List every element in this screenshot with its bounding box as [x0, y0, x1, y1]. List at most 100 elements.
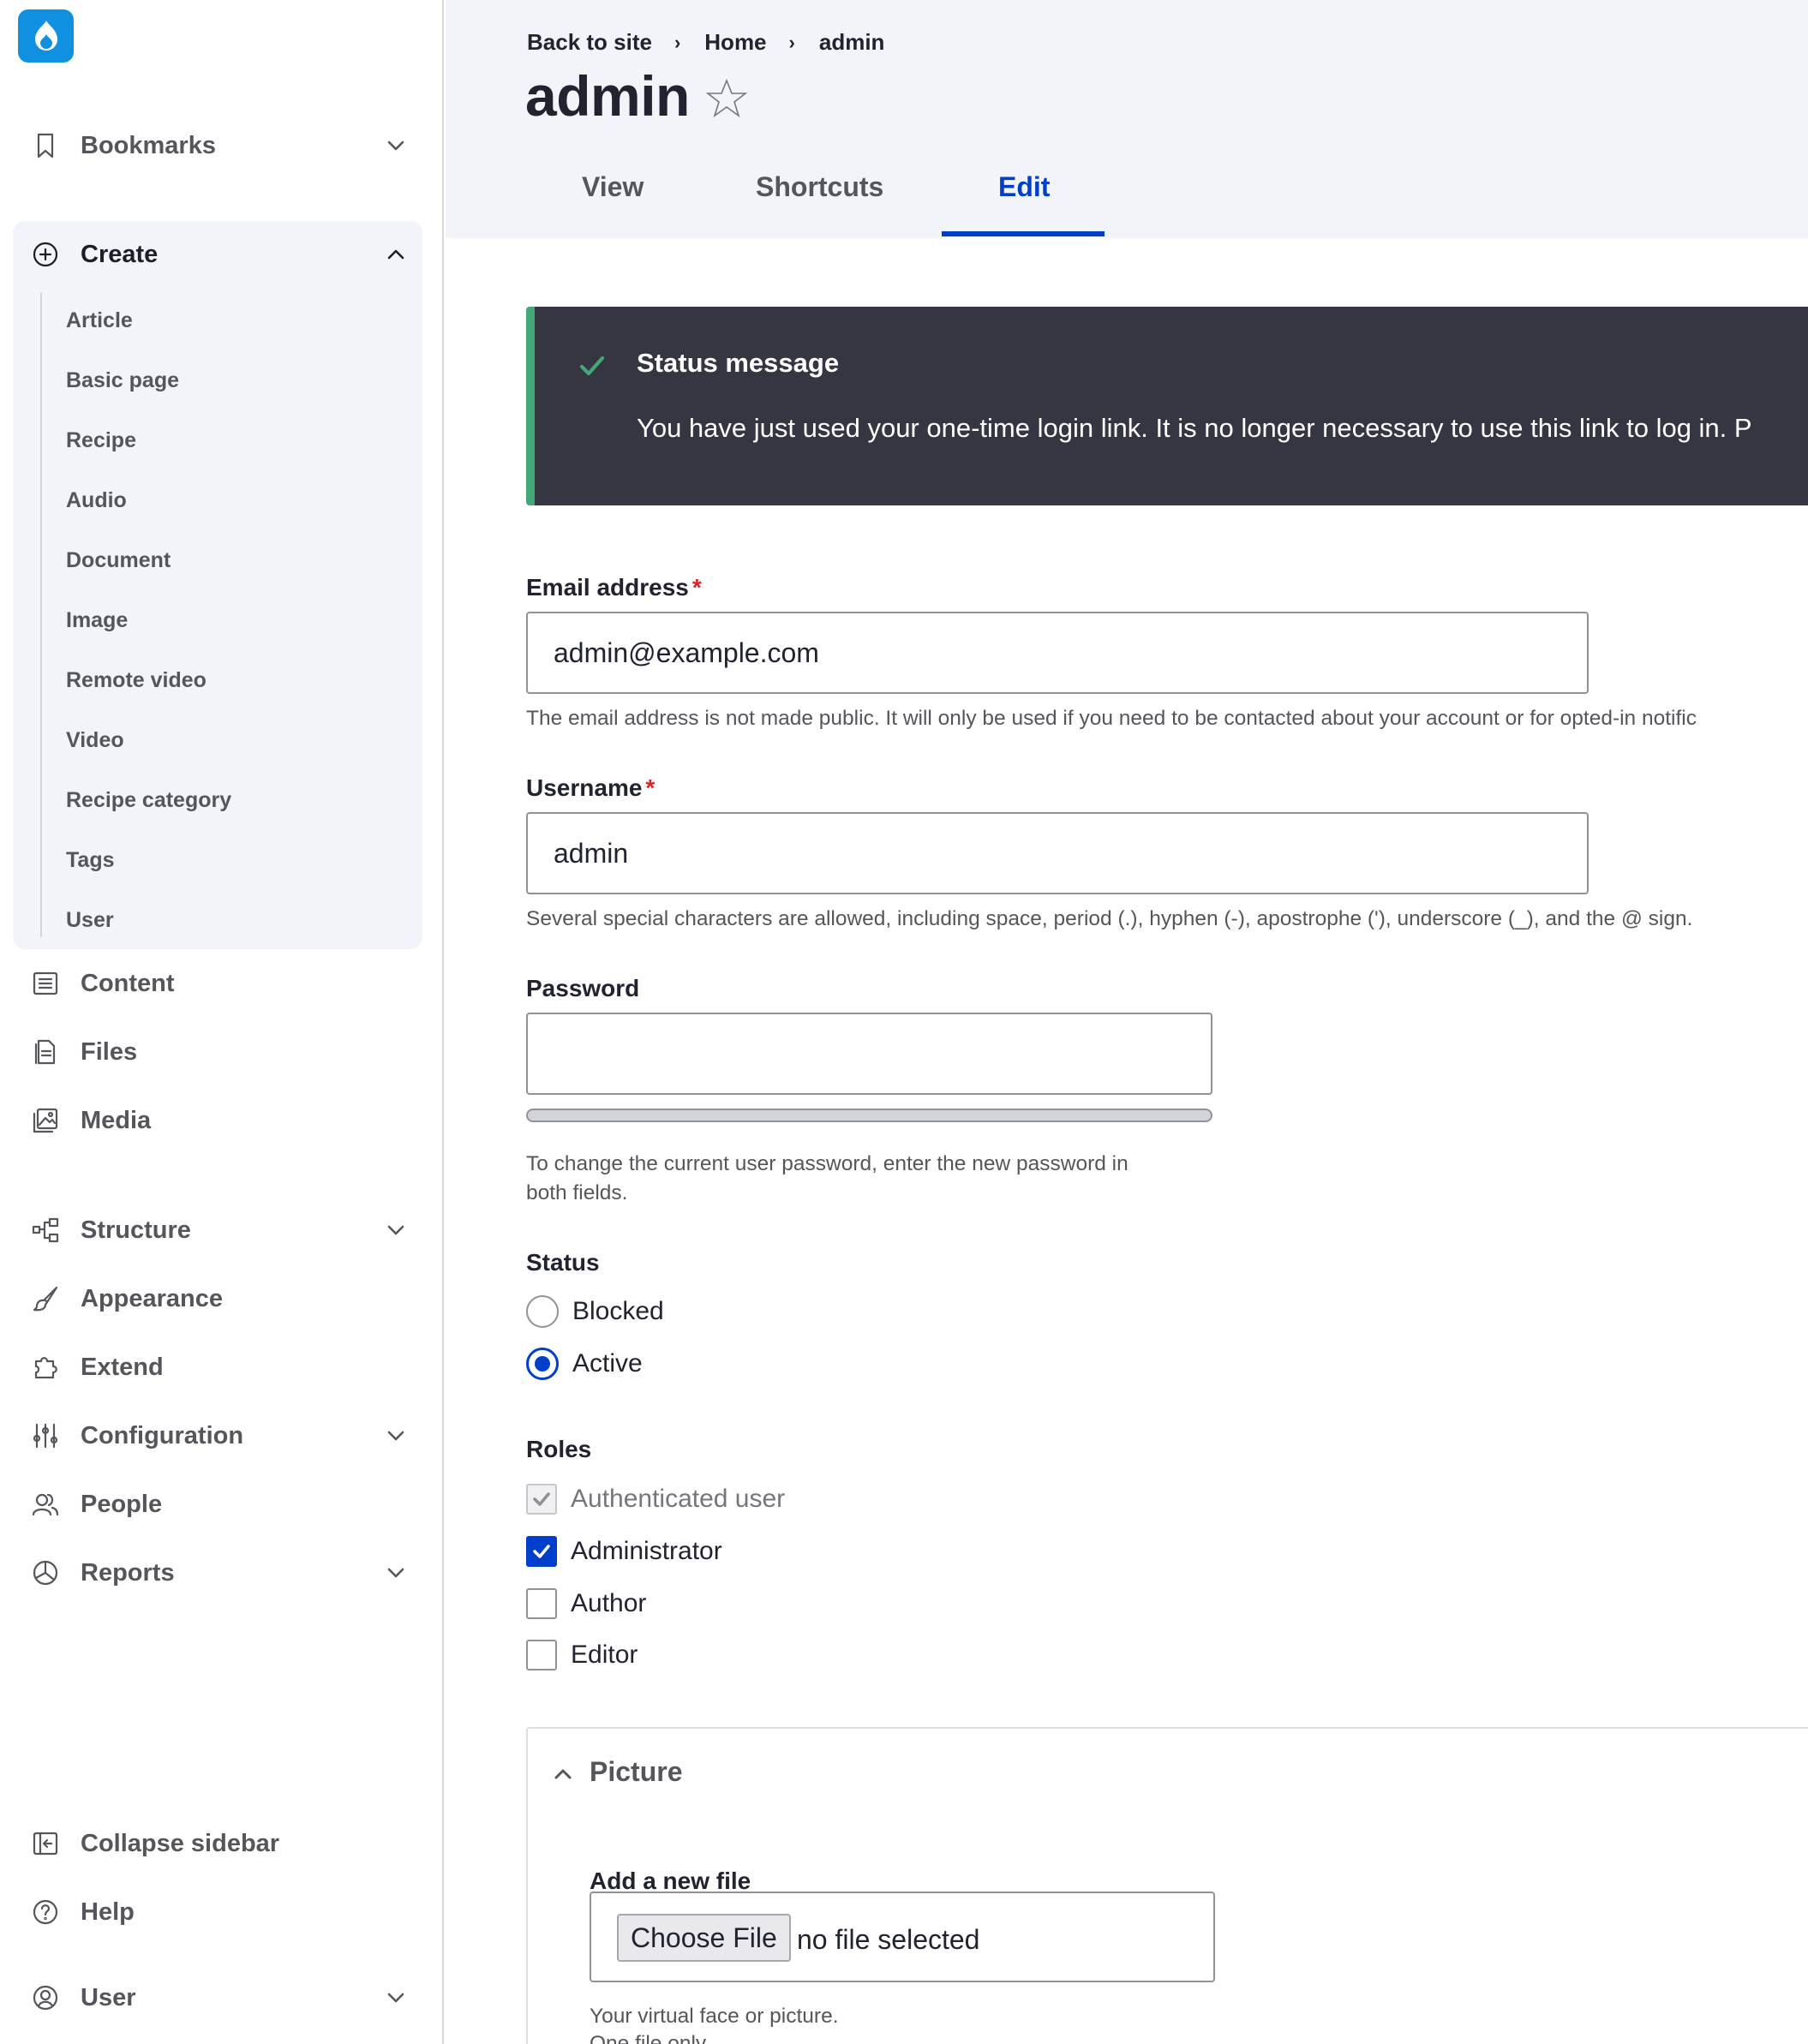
- sidebar-subitem-video[interactable]: Video: [66, 723, 124, 757]
- sidebar-item-label: Content: [81, 969, 175, 997]
- sidebar-subitem-article[interactable]: Article: [66, 303, 133, 338]
- chevron-down-icon[interactable]: [383, 133, 409, 158]
- sidebar-item-create[interactable]: Create: [13, 227, 422, 282]
- breadcrumb-link-back-to-site[interactable]: Back to site: [527, 29, 652, 56]
- radio-button[interactable]: [526, 1295, 559, 1328]
- option-label: Authenticated user: [571, 1485, 786, 1513]
- option-label: Blocked: [572, 1297, 664, 1325]
- sidebar-item-content[interactable]: Content: [13, 956, 422, 1011]
- password-description-line-2: both fields.: [526, 1181, 628, 1204]
- chevron-down-icon[interactable]: [383, 1985, 409, 2011]
- sidebar-subitem-recipe-category[interactable]: Recipe category: [66, 783, 231, 817]
- status-label: Status: [526, 1249, 600, 1276]
- star-icon[interactable]: [704, 77, 749, 122]
- sidebar-subitem-audio[interactable]: Audio: [66, 483, 127, 517]
- sidebar-subitem-document[interactable]: Document: [66, 543, 171, 577]
- configuration-icon: [30, 1420, 61, 1451]
- breadcrumb-separator: ›: [674, 31, 681, 53]
- breadcrumb-link-home[interactable]: Home: [704, 29, 766, 56]
- tab-view[interactable]: View: [582, 171, 644, 203]
- checkbox-disabled: [526, 1484, 557, 1515]
- sidebar-item-appearance[interactable]: Appearance: [13, 1271, 422, 1326]
- sidebar-item-structure[interactable]: Structure: [13, 1203, 422, 1258]
- sidebar-item-user[interactable]: User: [13, 1970, 422, 2025]
- page-title: admin: [525, 64, 690, 128]
- checkbox-checked[interactable]: [526, 1536, 557, 1567]
- sidebar-item-files[interactable]: Files: [13, 1025, 422, 1079]
- password-label: Password: [526, 975, 640, 1001]
- sidebar-item-label: Help: [81, 1898, 135, 1926]
- role-administrator[interactable]: Administrator: [526, 1534, 722, 1569]
- breadcrumb-separator: ›: [788, 31, 795, 53]
- sidebar-item-reports[interactable]: Reports: [13, 1545, 422, 1600]
- active-tab-indicator: [942, 231, 1105, 236]
- username-description: Several special characters are allowed, …: [526, 907, 1693, 930]
- checkbox[interactable]: [526, 1640, 557, 1670]
- password-field[interactable]: [526, 1013, 1212, 1095]
- tab-shortcuts[interactable]: Shortcuts: [756, 171, 883, 203]
- email-label-text: Email address: [526, 574, 689, 601]
- chevron-down-icon[interactable]: [383, 1217, 409, 1243]
- sidebar-item-label: Extend: [81, 1353, 164, 1381]
- role-author[interactable]: Author: [526, 1587, 646, 1621]
- password-strength-meter: [526, 1109, 1212, 1122]
- sidebar-subitem-user[interactable]: User: [66, 903, 114, 937]
- sidebar-item-people[interactable]: People: [13, 1477, 422, 1532]
- email-description: The email address is not made public. It…: [526, 707, 1697, 730]
- username-label: Username *: [526, 774, 655, 802]
- radio-button-selected[interactable]: [526, 1348, 559, 1380]
- structure-icon: [30, 1215, 61, 1246]
- status-option-blocked[interactable]: Blocked: [526, 1294, 664, 1329]
- sidebar-item-label: Files: [81, 1037, 138, 1066]
- sidebar-item-label: Reports: [81, 1558, 175, 1587]
- picture-details-toggle[interactable]: Picture: [590, 1756, 682, 1788]
- choose-file-button[interactable]: Choose File: [617, 1914, 791, 1962]
- breadcrumb-current[interactable]: admin: [819, 29, 885, 56]
- sidebar-subitem-basic-page[interactable]: Basic page: [66, 363, 179, 397]
- sidebar-item-extend[interactable]: Extend: [13, 1340, 422, 1395]
- picture-description-line-1: Your virtual face or picture.: [590, 2005, 839, 2028]
- sidebar-item-help[interactable]: Help: [13, 1885, 422, 1939]
- username-label-text: Username: [526, 774, 643, 801]
- sidebar-subitem-image[interactable]: Image: [66, 603, 128, 637]
- status-message-text: You have just used your one-time login l…: [637, 413, 1752, 443]
- status-option-active[interactable]: Active: [526, 1347, 643, 1381]
- sidebar-subitem-remote-video[interactable]: Remote video: [66, 663, 207, 697]
- chevron-down-icon[interactable]: [383, 1423, 409, 1449]
- sidebar-subitem-tags[interactable]: Tags: [66, 843, 115, 877]
- drupal-logo-icon[interactable]: [18, 9, 74, 63]
- file-upload-field[interactable]: Choose File no file selected: [590, 1892, 1215, 1982]
- role-editor[interactable]: Editor: [526, 1638, 638, 1672]
- sidebar-item-label: Structure: [81, 1216, 191, 1244]
- required-marker: *: [645, 774, 656, 801]
- option-label: Author: [571, 1589, 647, 1617]
- sidebar-item-configuration[interactable]: Configuration: [13, 1408, 422, 1463]
- checkbox[interactable]: [526, 1588, 557, 1619]
- reports-icon: [30, 1557, 61, 1588]
- sidebar-item-media[interactable]: Media: [13, 1093, 422, 1148]
- chevron-down-icon[interactable]: [383, 1560, 409, 1586]
- sidebar-item-bookmarks[interactable]: Bookmarks: [13, 118, 422, 173]
- admin-sidebar: Bookmarks Create Article Basic page Reci…: [0, 0, 444, 2044]
- sidebar-item-label: Create: [81, 240, 159, 268]
- username-field[interactable]: admin: [526, 812, 1589, 894]
- files-icon: [30, 1037, 61, 1067]
- role-authenticated-user: Authenticated user: [526, 1482, 785, 1516]
- sidebar-item-label: Collapse sidebar: [81, 1829, 280, 1857]
- file-status-text: no file selected: [797, 1924, 980, 1955]
- email-field[interactable]: admin@example.com: [526, 612, 1589, 694]
- check-icon: [578, 351, 608, 382]
- chevron-up-icon[interactable]: [383, 242, 409, 267]
- user-icon: [30, 1982, 61, 2013]
- tab-edit[interactable]: Edit: [998, 171, 1050, 203]
- chevron-up-icon[interactable]: [550, 1761, 576, 1787]
- sidebar-subitem-recipe[interactable]: Recipe: [66, 423, 136, 457]
- help-icon: [30, 1897, 61, 1927]
- collapse-sidebar-button[interactable]: Collapse sidebar: [13, 1816, 422, 1871]
- status-message: Status message You have just used your o…: [526, 307, 1808, 505]
- sidebar-item-label: Media: [81, 1106, 152, 1134]
- media-icon: [30, 1105, 61, 1136]
- appearance-icon: [30, 1283, 61, 1314]
- sidebar-item-label: Appearance: [81, 1284, 224, 1312]
- breadcrumb: Back to site › Home › admin: [527, 29, 884, 56]
